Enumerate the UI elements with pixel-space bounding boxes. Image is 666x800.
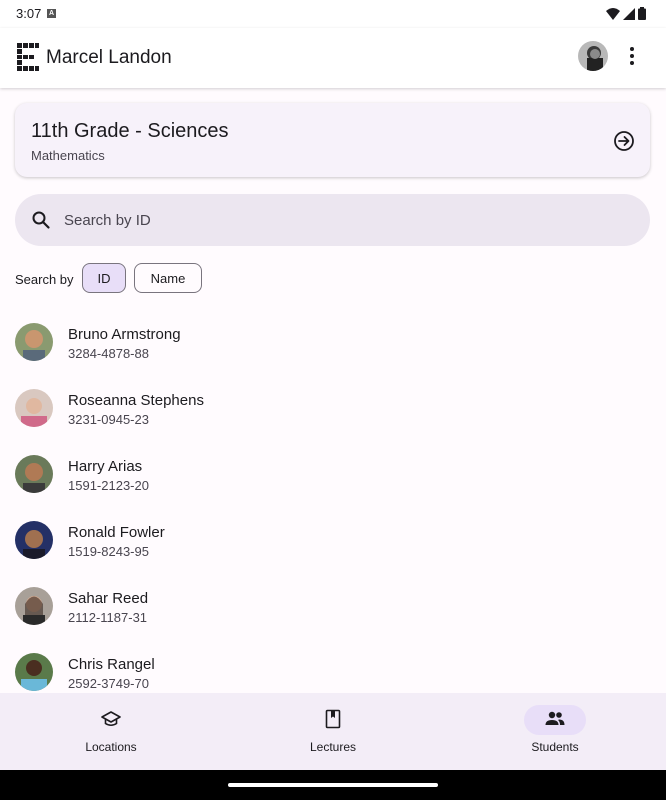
search-input[interactable]	[64, 194, 624, 246]
student-avatar	[15, 653, 53, 691]
chip-id[interactable]: ID	[82, 263, 126, 293]
battery-icon	[638, 7, 646, 20]
student-avatar	[15, 455, 53, 493]
student-name: Roseanna Stephens	[68, 392, 204, 409]
system-navigation-bar	[0, 770, 666, 800]
signal-icon	[623, 7, 635, 20]
search-bar	[15, 194, 650, 246]
student-name: Harry Arias	[68, 458, 143, 475]
class-subtitle: Mathematics	[31, 148, 105, 163]
student-row[interactable]: Roseanna Stephens 3231-0945-23	[0, 375, 666, 441]
more-vert-icon[interactable]	[620, 44, 644, 68]
app-bar: Marcel Landon	[0, 28, 666, 88]
student-id: 2592-3749-70	[68, 676, 149, 691]
nav-label: Lectures	[309, 740, 357, 754]
search-icon	[32, 211, 50, 229]
student-row[interactable]: Ronald Fowler 1519-8243-95	[0, 507, 666, 573]
profile-photo-icon	[578, 41, 608, 71]
arrow-circle-right-icon[interactable]	[613, 130, 635, 152]
student-row[interactable]: Chris Rangel 2592-3749-70	[0, 639, 666, 693]
nav-label: Students	[531, 740, 579, 754]
status-bar: 3:07 A	[0, 0, 666, 28]
student-id: 1591-2123-20	[68, 478, 149, 493]
chip-name[interactable]: Name	[134, 263, 202, 293]
people-icon	[545, 711, 565, 725]
app-logo-icon	[17, 43, 39, 71]
student-photo-icon	[15, 653, 53, 691]
book-icon	[325, 709, 341, 729]
student-photo-icon	[15, 389, 53, 427]
student-id: 2112-1187-31	[68, 610, 148, 625]
student-row[interactable]: Sahar Reed 2112-1187-31	[0, 573, 666, 639]
nav-item-lectures[interactable]: Lectures	[253, 693, 413, 770]
class-title: 11th Grade - Sciences	[31, 120, 229, 142]
nav-item-locations[interactable]: Locations	[31, 693, 191, 770]
profile-avatar[interactable]	[578, 41, 608, 71]
student-name: Ronald Fowler	[68, 524, 165, 541]
student-id: 3231-0945-23	[68, 412, 149, 427]
student-name: Sahar Reed	[68, 590, 149, 607]
student-name: Chris Rangel	[68, 656, 155, 673]
school-icon	[101, 711, 121, 727]
student-row[interactable]: Harry Arias 1591-2123-20	[0, 441, 666, 507]
wifi-icon	[606, 7, 620, 20]
notification-icon: A	[47, 9, 56, 18]
nav-label: Locations	[85, 740, 137, 754]
student-photo-icon	[15, 323, 53, 361]
student-name: Bruno Armstrong	[68, 326, 181, 343]
status-icons	[606, 7, 646, 20]
student-avatar	[15, 323, 53, 361]
class-card[interactable]: 11th Grade - Sciences Mathematics	[15, 103, 650, 177]
student-id: 1519-8243-95	[68, 544, 149, 559]
student-avatar	[15, 521, 53, 559]
nav-item-students[interactable]: Students	[475, 693, 635, 770]
search-by-label: Search by	[15, 272, 74, 287]
student-list: Bruno Armstrong 3284-4878-88 Roseanna St…	[0, 309, 666, 693]
student-photo-icon	[15, 587, 53, 625]
student-avatar	[15, 389, 53, 427]
student-row[interactable]: Bruno Armstrong 3284-4878-88	[0, 309, 666, 375]
gesture-handle[interactable]	[228, 783, 438, 787]
bottom-navigation: Locations Lectures Students	[0, 693, 666, 770]
status-time: 3:07	[16, 6, 42, 21]
student-avatar	[15, 587, 53, 625]
student-photo-icon	[15, 521, 53, 559]
student-photo-icon	[15, 455, 53, 493]
app-title: Marcel Landon	[46, 47, 172, 68]
student-id: 3284-4878-88	[68, 346, 149, 361]
